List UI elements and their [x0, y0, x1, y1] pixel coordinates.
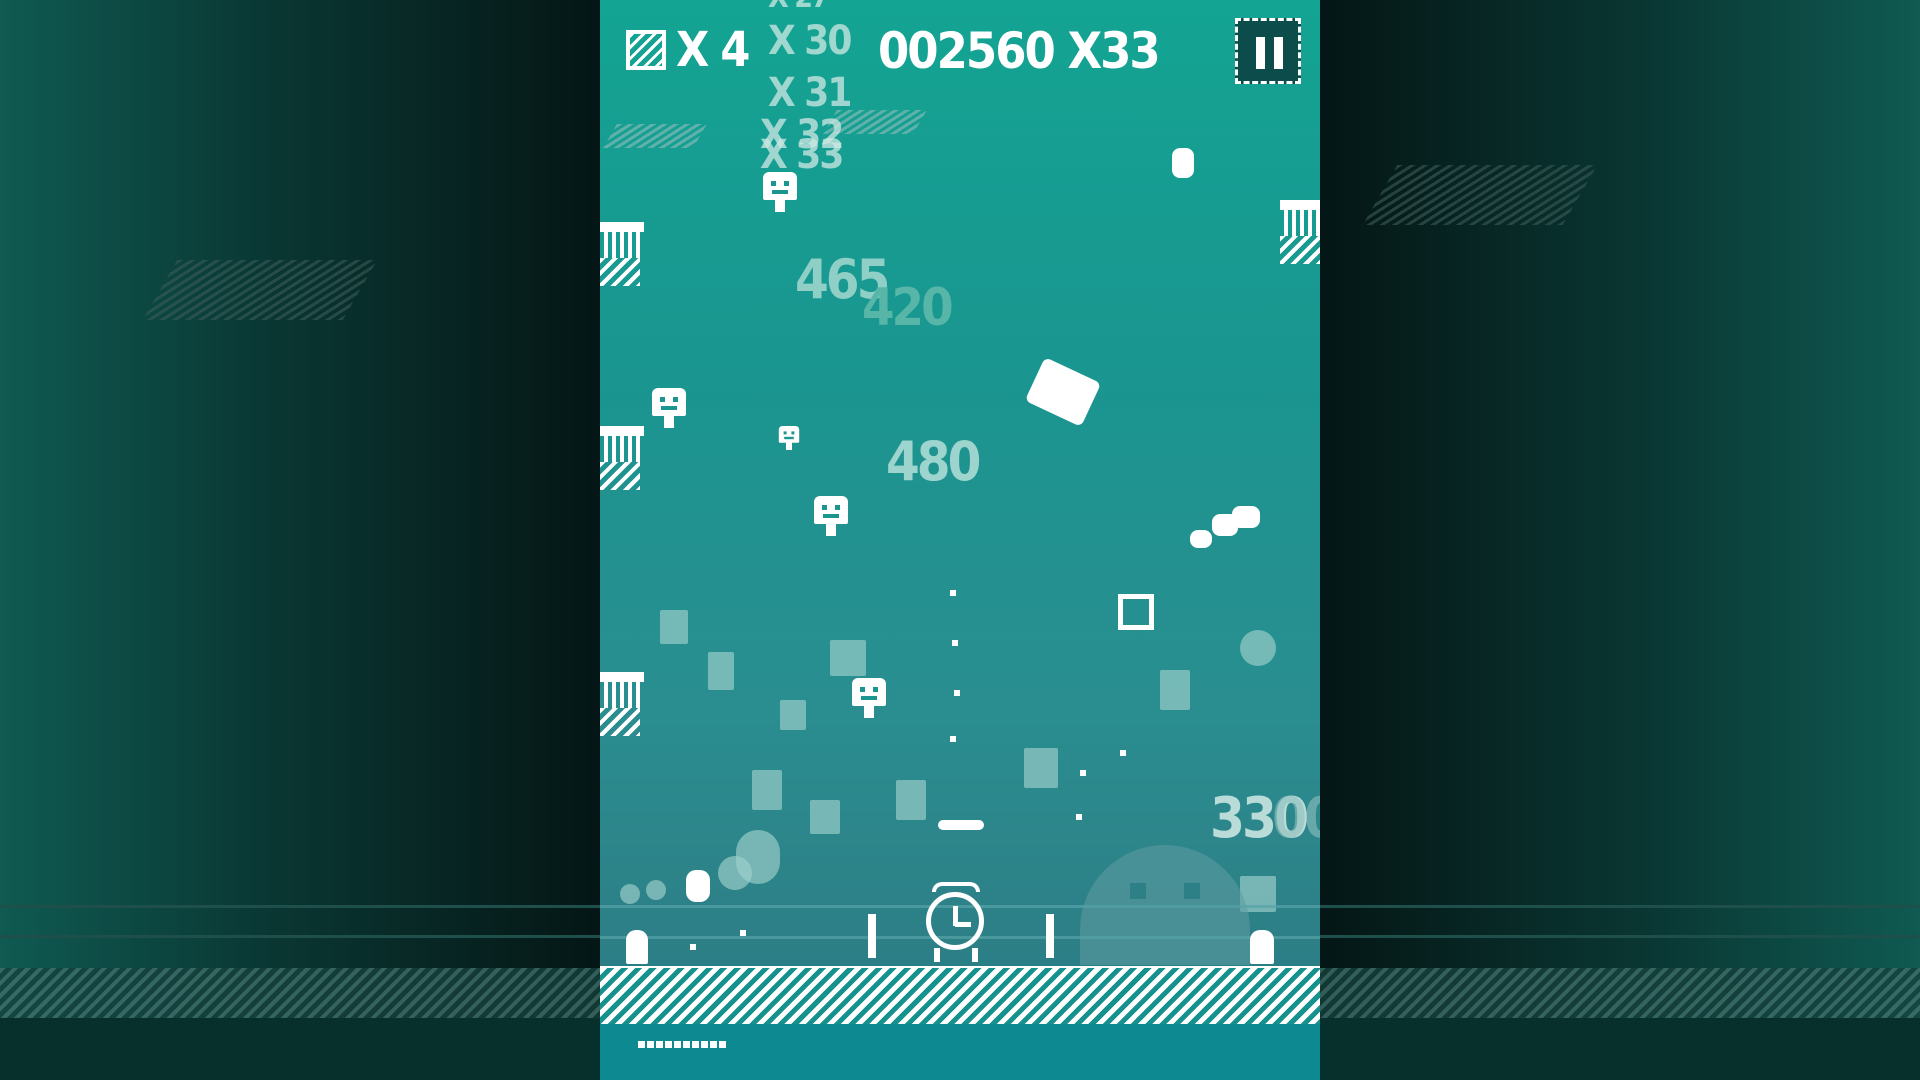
pillar-enemy [600, 222, 644, 286]
floating-score: 480 [886, 430, 981, 493]
shadow-platform [603, 124, 707, 148]
alarm-clock-icon [922, 880, 992, 962]
debris [620, 884, 640, 904]
debris [646, 880, 666, 900]
debris [810, 800, 840, 834]
debris [660, 610, 688, 644]
ghost-enemy [778, 426, 800, 450]
debris [896, 780, 926, 820]
horizon-line [0, 935, 600, 938]
spark [950, 590, 956, 596]
debris [780, 700, 806, 730]
ghost-enemy [814, 496, 848, 536]
ground-stripe [0, 968, 600, 1018]
floating-score: 420 [862, 278, 954, 338]
combo-text: X 30 [768, 18, 852, 64]
debris [830, 640, 866, 676]
debris [1240, 630, 1276, 666]
ground-stripe [1320, 968, 1920, 1018]
block-enemy [1024, 357, 1102, 427]
ghost-enemy [763, 172, 797, 212]
spark [1076, 814, 1082, 820]
floating-score: 00 [1272, 786, 1320, 851]
lives-counter: X 4 [676, 22, 750, 78]
horizon-line [1320, 905, 1920, 908]
spark [1080, 770, 1086, 776]
horizon-line [0, 905, 600, 908]
ground-base [1320, 1018, 1920, 1080]
ghost-enemy [652, 388, 686, 428]
pillar-enemy [1280, 200, 1320, 264]
small-enemy [1046, 914, 1054, 958]
shadow-platform [1362, 165, 1598, 225]
debris [1024, 748, 1058, 788]
left-background [0, 0, 600, 1080]
combo-text: X 31 [768, 70, 852, 116]
score-display: 002560 X33 [878, 22, 1161, 80]
spark [690, 944, 696, 950]
small-enemy [1172, 148, 1194, 178]
small-enemy [1190, 530, 1212, 548]
debris [708, 652, 734, 690]
spark [950, 736, 956, 742]
progress-dots [638, 1041, 728, 1048]
pause-icon [1256, 37, 1265, 69]
debris [718, 856, 752, 890]
horizon-line [1320, 935, 1920, 938]
debris [1160, 670, 1190, 710]
ground-base [600, 1024, 1320, 1080]
ground-stripe [600, 968, 1320, 1024]
game-playfield[interactable]: X 27 X 30 X 31 X 32 X 33 X 4 002560 X33 … [600, 0, 1320, 1080]
spark [952, 640, 958, 646]
small-enemy [686, 870, 710, 902]
small-enemy [626, 930, 648, 964]
pillar-enemy [600, 426, 644, 490]
debris [752, 770, 782, 810]
small-enemy [1250, 930, 1274, 964]
ghost-enemy [852, 678, 886, 718]
shadow-platform [142, 260, 378, 320]
spark [954, 690, 960, 696]
striped-block-icon [626, 30, 666, 70]
small-enemy [1232, 506, 1260, 528]
small-enemy [938, 820, 984, 830]
spark [1120, 750, 1126, 756]
right-background [1320, 0, 1920, 1080]
pause-button[interactable] [1235, 18, 1301, 84]
ground-base [0, 1018, 600, 1080]
pillar-enemy [600, 672, 644, 736]
combo-text: X 27 [768, 0, 830, 15]
crate-enemy [1118, 594, 1154, 630]
small-enemy [868, 914, 876, 958]
